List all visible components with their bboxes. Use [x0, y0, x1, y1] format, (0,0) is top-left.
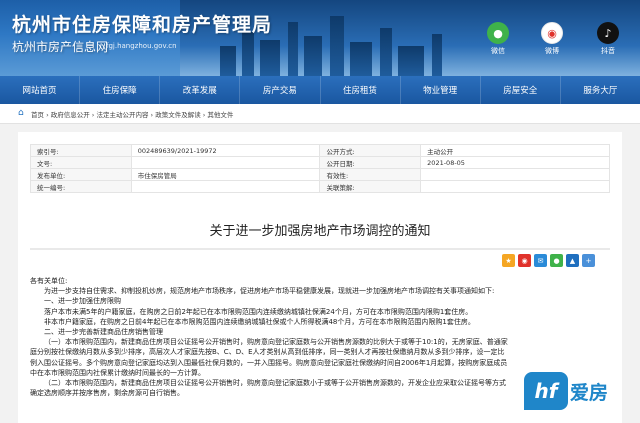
meta-label: 统一编号:: [30, 180, 132, 193]
meta-label: 发布单位:: [30, 168, 132, 181]
document-meta-table: 索引号: 002489639/2021-19972 公开方式: 主动公开 文号:…: [30, 144, 610, 193]
meta-row: 发布单位: 市住保房管局 有效性:: [30, 168, 610, 181]
paragraph: 庭分别按社保缴纳月数从多到少排序，高层次人才家庭先按B、C、D、E人才类别从高到…: [30, 348, 505, 357]
meta-label: 公开方式:: [319, 144, 422, 157]
wechat-link[interactable]: ● 微信: [478, 22, 518, 56]
paragraph: 各有关单位:: [30, 277, 68, 285]
paragraph: （一）本市限购范围内，新建商品住房项目公证摇号公开销售时，购房意向登记家庭数与公…: [44, 338, 508, 347]
meta-row: 文号: 公开日期: 2021-08-05: [30, 156, 610, 169]
nav-housing-security[interactable]: 住房保障: [80, 76, 161, 104]
nav-property-management[interactable]: 物业管理: [401, 76, 481, 104]
meta-label: 公开日期:: [319, 156, 422, 169]
watermark: hf 爱房: [524, 372, 608, 410]
watermark-logo-icon: hf: [524, 372, 568, 410]
nav-reform[interactable]: 改革发展: [160, 76, 241, 104]
home-icon: ⌂: [18, 108, 24, 118]
meta-value: [420, 168, 610, 181]
share-wechat-icon[interactable]: ●: [550, 254, 563, 267]
nav-service-hall[interactable]: 服务大厅: [561, 76, 640, 104]
title-divider: [30, 248, 610, 250]
meta-value: [130, 156, 321, 169]
paragraph: 例入围公证摇号。多个购房意向登记家庭均达到入围最低社保月数的，一并入围摇号。购房…: [30, 358, 508, 367]
meta-row: 统一编号: 关联策解:: [30, 180, 610, 193]
paragraph: 非本市户籍家庭，在购房之日前4年起已在本市限购范围内连续缴纳城镇社保或个人所得税…: [44, 317, 475, 326]
site-header: 杭州市住房保障和房产管理局 杭州市房产信息网 fgj.hangzhou.gov.…: [0, 0, 640, 76]
nav-home[interactable]: 网站首页: [0, 76, 81, 104]
wechat-icon: ●: [487, 22, 509, 44]
meta-row: 索引号: 002489639/2021-19972 公开方式: 主动公开: [30, 144, 610, 157]
breadcrumb: ⌂ 首页 › 政府信息公开 › 法定主动公开内容 › 政策文件及解读 › 其他文…: [0, 104, 640, 124]
share-more-icon[interactable]: +: [582, 254, 595, 267]
share-tencent-icon[interactable]: ✉: [534, 254, 547, 267]
section-heading: 一、进一步加强住房限购: [44, 297, 121, 306]
breadcrumb-path[interactable]: 首页 › 政府信息公开 › 法定主动公开内容 › 政策文件及解读 › 其他文件: [31, 109, 233, 119]
share-weibo-icon[interactable]: ◉: [518, 254, 531, 267]
meta-value: 002489639/2021-19972: [130, 144, 321, 157]
meta-label: 索引号:: [30, 144, 132, 157]
site-subtitle: 杭州市房产信息网: [12, 40, 109, 54]
nav-rental[interactable]: 住房租赁: [321, 76, 401, 104]
watermark-text: 爱房: [570, 381, 609, 404]
meta-label: 有效性:: [319, 168, 422, 181]
meta-value: 主动公开: [420, 144, 610, 157]
site-url: fgj.hangzhou.gov.cn: [106, 42, 177, 50]
main-nav: 网站首页 住房保障 改革发展 房产交易 住房租赁 物业管理 房屋安全 服务大厅: [0, 76, 640, 104]
douyin-link[interactable]: ♪ 抖音: [588, 22, 628, 56]
nav-house-safety[interactable]: 房屋安全: [481, 76, 561, 104]
nav-property-trade[interactable]: 房产交易: [240, 76, 321, 104]
meta-label: 文号:: [30, 156, 132, 169]
meta-value: 2021-08-05: [420, 156, 610, 169]
weibo-icon: ◉: [541, 22, 563, 44]
meta-value: [130, 180, 321, 193]
meta-value: 市住保房管局: [130, 168, 321, 181]
share-renren-icon[interactable]: ▲: [566, 254, 579, 267]
section-heading: 二、进一步完善新建商品住房销售管理: [44, 328, 163, 337]
document-title: 关于进一步加强房地产市场调控的通知: [209, 224, 431, 239]
site-title[interactable]: 杭州市住房保障和房产管理局: [12, 10, 272, 37]
paragraph: 落户本市未满5年的户籍家庭，在购房之日前2年起已在本市限购范围内连续缴纳城镇社保…: [44, 307, 473, 316]
weibo-link[interactable]: ◉ 微博: [532, 22, 572, 56]
share-qzone-icon[interactable]: ★: [502, 254, 515, 267]
douyin-icon: ♪: [597, 22, 619, 44]
paragraph: 为进一步支持自住需求、抑制投机炒房，规范房地产市场秩序，促进房地产市场平稳健康发…: [44, 287, 495, 296]
meta-label: 关联策解:: [319, 180, 422, 193]
share-bar: ★ ◉ ✉ ● ▲ +: [502, 254, 595, 267]
meta-value: [420, 180, 610, 193]
